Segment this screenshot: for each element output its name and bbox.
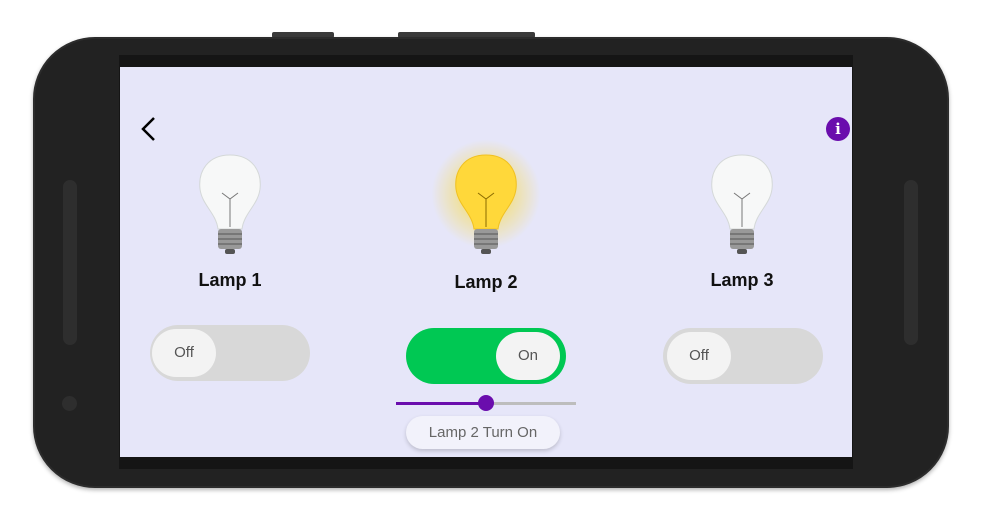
- slider-fill: [396, 402, 486, 405]
- lightbulb-off-icon: [711, 154, 773, 254]
- lamp-1: Lamp 1: [130, 151, 330, 291]
- camera: [62, 396, 77, 411]
- lamp-3: Lamp 3: [642, 151, 842, 291]
- lamp-2-toggle[interactable]: On: [406, 328, 566, 384]
- lamp-name: Lamp 1: [198, 270, 262, 290]
- toggle-knob: On: [496, 332, 560, 380]
- chevron-left-icon[interactable]: [138, 115, 160, 145]
- toggle-knob: Off: [152, 329, 216, 377]
- brightness-slider[interactable]: [396, 395, 576, 411]
- toggle-knob: Off: [667, 332, 731, 380]
- lamp-1-toggle[interactable]: Off: [150, 325, 310, 381]
- status-chip: Lamp 2 Turn On: [406, 416, 560, 449]
- lightbulb-off-icon: [199, 154, 261, 254]
- lamp-3-toggle[interactable]: Off: [663, 328, 823, 384]
- app-screen: i Lamp 1 Lamp 2 Lamp 3 Off On Off Lamp 2…: [120, 67, 852, 457]
- slider-thumb[interactable]: [478, 395, 494, 411]
- lightbulb-on-icon: [455, 154, 517, 254]
- lamp-name: Lamp 3: [710, 270, 774, 290]
- speaker-right: [904, 180, 918, 345]
- speaker-left: [63, 180, 77, 345]
- info-icon[interactable]: i: [826, 117, 850, 141]
- lamp-2: Lamp 2: [386, 139, 586, 293]
- lamp-name: Lamp 2: [454, 272, 518, 292]
